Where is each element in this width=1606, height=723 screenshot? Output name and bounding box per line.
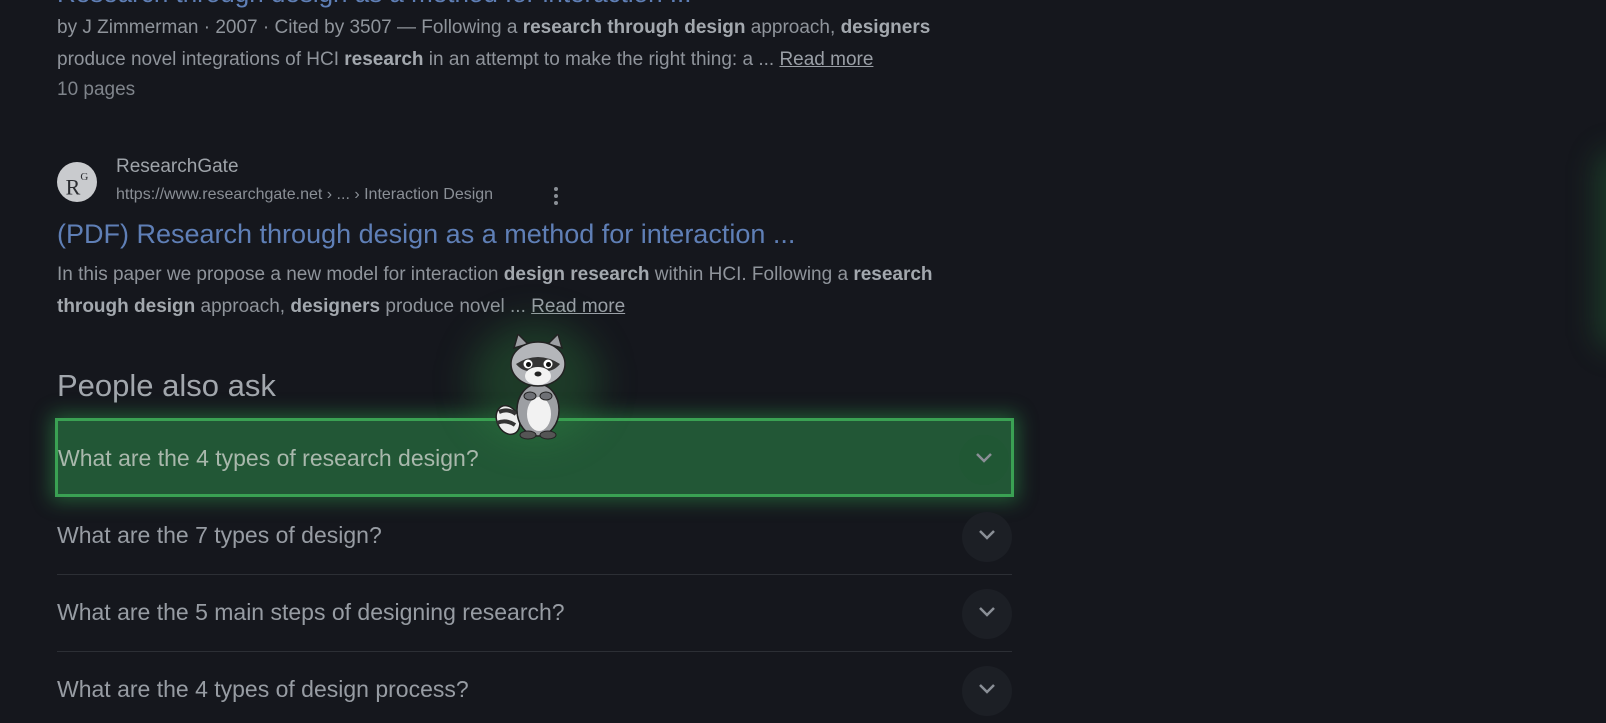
result-1-snippet-line-1: by J Zimmerman · 2007 · Cited by 3507 — … — [57, 12, 930, 44]
result-2-snippet-line-1: In this paper we propose a new model for… — [57, 259, 933, 291]
edge-glow — [1596, 150, 1606, 350]
snippet-bold-term: designers — [290, 296, 381, 317]
snippet-text: produce novel ... — [380, 296, 532, 317]
result-1-page-count: 10 pages — [57, 79, 136, 100]
question-row-3[interactable]: What are the 5 main steps of designing r… — [57, 575, 1012, 652]
question-row-4[interactable]: What are the 4 types of design process? — [57, 652, 1012, 723]
favicon-letter: R — [65, 174, 81, 200]
result-1-snippet-parts-1: Following a research through design appr… — [416, 17, 930, 38]
result-2-snippet-parts-1: In this paper we propose a new model for… — [57, 264, 933, 285]
result-2-url[interactable]: https://www.researchgate.net › ... › Int… — [116, 186, 493, 204]
result-1-snippet-parts-2: produce novel integrations of HCI resear… — [57, 49, 779, 70]
snippet-bold-term: research — [344, 49, 424, 70]
snippet-text: approach, — [195, 296, 291, 317]
question-row-2[interactable]: What are the 7 types of design? — [57, 498, 1012, 575]
snippet-bold-term: design research — [503, 264, 650, 285]
question-text: What are the 5 main steps of designing r… — [57, 599, 565, 625]
snippet-text: within HCI. Following a — [649, 264, 854, 285]
favicon-superscript: G — [80, 171, 89, 183]
snippet-bold-term: research through design — [522, 17, 746, 38]
chevron-down-icon[interactable] — [962, 512, 1012, 562]
result-2-site-name[interactable]: ResearchGate — [116, 156, 239, 178]
question-text: What are the 4 types of design process? — [57, 676, 469, 702]
snippet-bold-term: through design — [57, 296, 196, 317]
people-also-ask-heading: People also ask — [57, 368, 276, 403]
result-2-title-link[interactable]: (PDF) Research through design as a metho… — [57, 219, 795, 250]
snippet-bold-term: research — [853, 264, 933, 285]
chevron-down-icon[interactable] — [962, 589, 1012, 639]
result-2-read-more-link[interactable]: Read more — [531, 296, 625, 317]
result-2-snippet-line-2: through design approach, designers produ… — [57, 291, 625, 323]
result-1-snippet-line-2: produce novel integrations of HCI resear… — [57, 44, 873, 76]
result-1-byline: by J Zimmerman · 2007 · Cited by 3507 — — [57, 17, 417, 38]
snippet-text: approach, — [745, 17, 841, 38]
snippet-text: in an attempt to make the right thing: a… — [423, 49, 780, 70]
chevron-down-icon[interactable] — [959, 435, 1009, 485]
raccoon-mascot-icon — [495, 334, 566, 440]
snippet-text: produce novel integrations of HCI — [57, 49, 345, 70]
result-2-snippet-parts-2: through design approach, designers produ… — [57, 296, 531, 317]
chevron-down-icon[interactable] — [962, 666, 1012, 716]
more-vert-icon[interactable] — [551, 185, 561, 207]
search-results-page: Research through design as a method for … — [0, 0, 1606, 723]
question-text: What are the 4 types of research design? — [58, 445, 479, 471]
result-1-read-more-link[interactable]: Read more — [779, 49, 873, 70]
result-1-title[interactable]: Research through design as a method for … — [57, 0, 691, 9]
snippet-text: Following a — [416, 17, 523, 38]
researchgate-favicon: RG — [57, 162, 97, 202]
snippet-bold-term: designers — [840, 17, 931, 38]
question-text: What are the 7 types of design? — [57, 522, 382, 548]
snippet-text: In this paper we propose a new model for… — [57, 264, 504, 285]
